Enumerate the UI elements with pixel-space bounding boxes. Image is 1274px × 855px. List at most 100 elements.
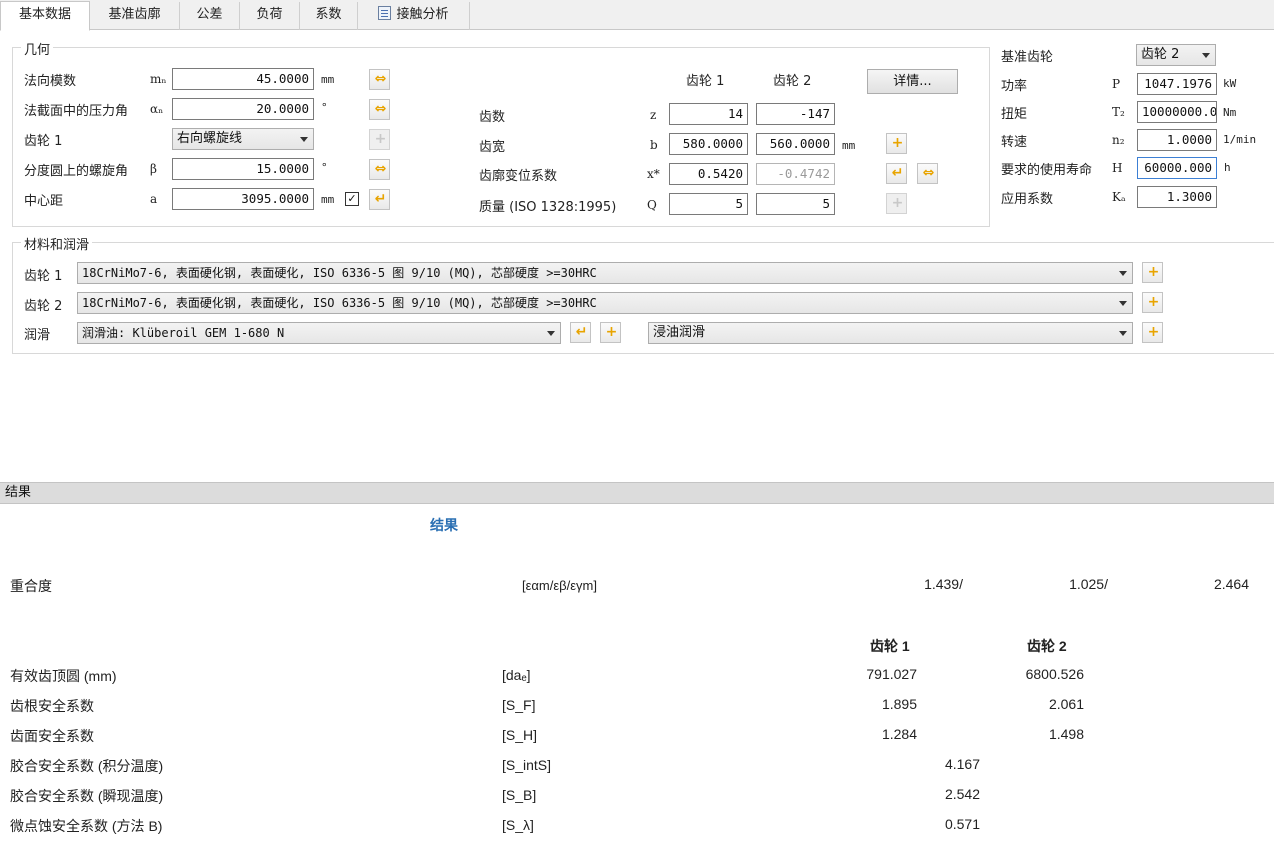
gear1-helix-label: 齿轮 1 [24, 134, 63, 149]
results-title: 结果 [430, 517, 458, 533]
pressure-angle-convert-button[interactable]: ⇔ [369, 99, 390, 120]
application-factor-label: 应用系数 [1001, 192, 1054, 207]
tab-basic-data[interactable]: 基本数据 [0, 1, 90, 31]
plus-icon: + [891, 195, 904, 211]
quality-gear2-input[interactable]: 5 [756, 193, 835, 215]
helix-direction-select[interactable]: 右向螺旋线 [172, 128, 314, 150]
result-row-symbol: [S_F] [502, 697, 536, 713]
normal-module-input[interactable]: 45.0000 [172, 68, 314, 90]
normal-module-convert-button[interactable]: ⇔ [369, 69, 390, 90]
teeth-gear1-input[interactable]: 14 [669, 103, 748, 125]
center-distance-symbol: a [150, 192, 158, 206]
plus-icon: + [1147, 264, 1160, 280]
profile-shift-gear1-input[interactable]: 0.5420 [669, 163, 748, 185]
teeth-gear2-input[interactable]: -147 [756, 103, 835, 125]
double-arrow-icon: ⇔ [922, 165, 935, 181]
torque-label: 扭矩 [1001, 107, 1028, 122]
result-row-label: 胶合安全系数 (积分温度) [10, 758, 164, 774]
tab-contact-analysis[interactable]: 接触分析 [358, 2, 470, 30]
tab-factors[interactable]: 系数 [300, 2, 358, 30]
result-row-symbol: [daₑ] [502, 667, 531, 683]
profile-shift-apply-button[interactable]: ↵ [886, 163, 907, 184]
face-width-label: 齿宽 [479, 140, 506, 155]
service-life-input[interactable]: 60000.000 [1137, 157, 1217, 179]
center-distance-label: 中心距 [24, 194, 64, 209]
material-gear2-label: 齿轮 2 [24, 299, 63, 314]
contact-ratio-symbol: [εαm/εβ/εγm] [522, 578, 597, 593]
helix-angle-convert-button[interactable]: ⇔ [369, 159, 390, 180]
tab-bar: 基本数据 基准齿廓 公差 负荷 系数 接触分析 [0, 0, 1274, 31]
result-row-value: 4.167 [944, 756, 980, 772]
normal-module-unit: mm [321, 73, 335, 86]
double-arrow-icon: ⇔ [374, 101, 387, 117]
return-arrow-icon: ↵ [891, 165, 904, 181]
tab-reference-profile[interactable]: 基准齿廓 [90, 2, 180, 30]
power-unit: kW [1223, 77, 1237, 90]
details-button[interactable]: 详情... [867, 69, 958, 94]
torque-input[interactable]: 10000000.0 [1137, 101, 1217, 123]
tab-load[interactable]: 负荷 [240, 2, 300, 30]
profile-shift-convert-button[interactable]: ⇔ [917, 163, 938, 184]
lubricant-add-button[interactable]: + [600, 322, 621, 343]
lubrication-method-select[interactable]: 浸油润滑 [648, 322, 1133, 344]
speed-symbol: n₂ [1112, 133, 1125, 147]
service-life-unit: h [1224, 161, 1231, 174]
material-gear2-add-button[interactable]: + [1142, 292, 1163, 313]
materials-group-title: 材料和润滑 [21, 234, 93, 253]
quality-symbol: Q [647, 198, 657, 212]
reference-gear-label: 基准齿轮 [1001, 50, 1054, 65]
face-width-add-button[interactable]: + [886, 133, 907, 154]
service-life-label: 要求的使用寿命 [1001, 163, 1093, 178]
helix-angle-label: 分度圆上的螺旋角 [24, 164, 129, 179]
speed-unit: 1/min [1223, 133, 1257, 146]
lubricant-select[interactable]: 润滑油: Klüberoil GEM 1-680 N [77, 322, 561, 344]
face-width-unit: mm [842, 139, 856, 152]
center-distance-unit: mm [321, 193, 335, 206]
return-arrow-icon: ↵ [374, 191, 387, 207]
speed-label: 转速 [1001, 135, 1028, 150]
chevron-down-icon [1202, 53, 1210, 58]
pressure-angle-unit: ° [321, 101, 328, 114]
results-col-gear2: 齿轮 2 [1027, 638, 1067, 654]
pressure-angle-input[interactable]: 20.0000 [172, 98, 314, 120]
plus-icon: + [374, 131, 387, 147]
result-row-gear2: 1.498 [1048, 726, 1084, 742]
power-symbol: P [1112, 77, 1121, 91]
double-arrow-icon: ⇔ [374, 161, 387, 177]
service-life-symbol: H [1112, 161, 1123, 175]
results-panel-header: 结果 [0, 482, 1274, 504]
col-gear1-header: 齿轮 1 [686, 74, 725, 89]
face-width-gear1-input[interactable]: 580.0000 [669, 133, 748, 155]
double-arrow-icon: ⇔ [374, 71, 387, 87]
plus-icon: + [1147, 324, 1160, 340]
center-distance-checkbox[interactable]: ✓ [345, 192, 359, 206]
quality-gear1-input[interactable]: 5 [669, 193, 748, 215]
col-gear2-header: 齿轮 2 [773, 74, 812, 89]
normal-module-symbol: mₙ [150, 72, 167, 86]
power-input[interactable]: 1047.1976 [1137, 73, 1217, 95]
face-width-gear2-input[interactable]: 560.0000 [756, 133, 835, 155]
profile-shift-label: 齿廓变位系数 [479, 169, 558, 184]
normal-module-label: 法向模数 [24, 74, 77, 89]
result-row-label: 胶合安全系数 (瞬现温度) [10, 788, 164, 804]
helix-angle-input[interactable]: 15.0000 [172, 158, 314, 180]
pressure-angle-symbol: αₙ [150, 102, 164, 116]
speed-input[interactable]: 1.0000 [1137, 129, 1217, 151]
application-factor-symbol: Kₐ [1112, 190, 1126, 204]
plus-icon: + [605, 324, 618, 340]
lubricant-apply-button[interactable]: ↵ [570, 322, 591, 343]
plus-icon: + [1147, 294, 1160, 310]
material-gear2-select[interactable]: 18CrNiMo7-6, 表面硬化钢, 表面硬化, ISO 6336-5 图 9… [77, 292, 1133, 314]
teeth-label: 齿数 [479, 110, 506, 125]
material-gear1-add-button[interactable]: + [1142, 262, 1163, 283]
application-factor-input[interactable]: 1.3000 [1137, 186, 1217, 208]
result-row-gear1: 1.284 [881, 726, 917, 742]
torque-symbol: T₂ [1112, 105, 1125, 119]
tab-tolerance[interactable]: 公差 [180, 2, 240, 30]
reference-gear-select[interactable]: 齿轮 2 [1136, 44, 1216, 66]
lubrication-method-add-button[interactable]: + [1142, 322, 1163, 343]
document-list-icon [378, 6, 392, 20]
center-distance-input[interactable]: 3095.0000 [172, 188, 314, 210]
material-gear1-select[interactable]: 18CrNiMo7-6, 表面硬化钢, 表面硬化, ISO 6336-5 图 9… [77, 262, 1133, 284]
center-distance-apply-button[interactable]: ↵ [369, 189, 390, 210]
